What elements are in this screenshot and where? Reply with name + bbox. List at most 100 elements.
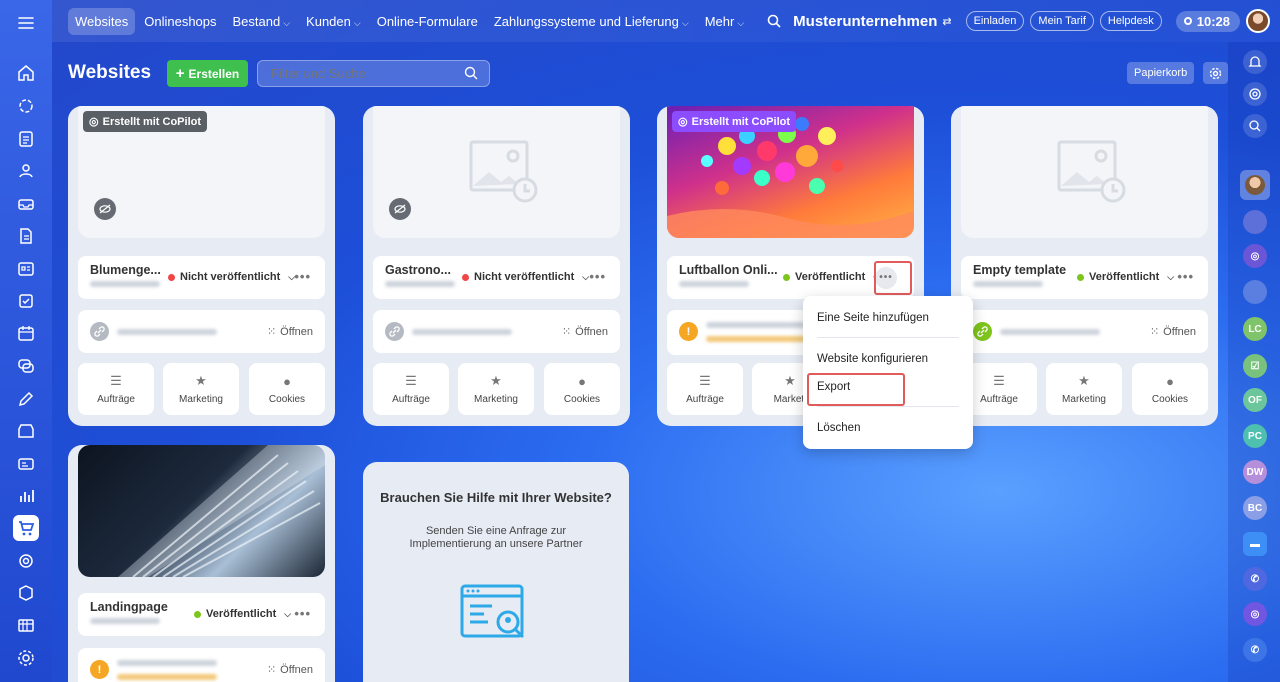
nav-item-onlineshops[interactable]: Onlineshops: [137, 8, 223, 35]
messages-icon[interactable]: ▬: [1243, 532, 1267, 556]
nav-item-kunden[interactable]: Kunden ⌵: [299, 8, 368, 35]
settings-button[interactable]: [1203, 62, 1228, 84]
contact-avatar-3[interactable]: [1243, 280, 1267, 304]
marketing-tile[interactable]: ★ Marketing: [458, 363, 534, 415]
open-button[interactable]: ⁙ Öffnen: [267, 663, 313, 677]
site-name[interactable]: Landingpage: [90, 600, 168, 614]
site-preview[interactable]: [373, 106, 620, 238]
more-button[interactable]: •••: [294, 269, 311, 284]
contact-dw[interactable]: DW: [1243, 460, 1267, 484]
site-preview[interactable]: ◎ Erstellt mit CoPilot: [667, 106, 914, 238]
cookies-tile[interactable]: ● Cookies: [1132, 363, 1208, 415]
nav-item-bestand[interactable]: Bestand ⌵: [226, 8, 298, 35]
site-name[interactable]: Luftballon Onli...: [679, 263, 778, 277]
tariff-button[interactable]: Mein Tarif: [1030, 11, 1094, 31]
copilot-icon[interactable]: [1243, 82, 1267, 106]
link-icon: [973, 322, 992, 341]
more-button[interactable]: •••: [1177, 269, 1194, 284]
calendar-icon[interactable]: [13, 320, 39, 346]
switch-company-icon[interactable]: ⇄: [942, 15, 951, 28]
help-card[interactable]: Brauchen Sie Hilfe mit Ihrer Website? Se…: [363, 462, 629, 682]
inbox-icon[interactable]: [13, 191, 39, 217]
site-name[interactable]: Blumenge...: [90, 263, 161, 277]
nav-item-mehr[interactable]: Mehr ⌵: [698, 8, 751, 35]
orders-tile[interactable]: ☰ Aufträge: [78, 363, 154, 415]
sitemap-icon[interactable]: [13, 613, 39, 639]
create-button[interactable]: + Erstellen: [167, 60, 248, 87]
checkbox-icon[interactable]: [13, 288, 39, 314]
search-chat-icon[interactable]: [1243, 114, 1267, 138]
cookies-tile[interactable]: ● Cookies: [249, 363, 325, 415]
menu-icon[interactable]: [13, 10, 39, 36]
search-icon[interactable]: [767, 14, 781, 28]
contact-pc[interactable]: PC: [1243, 424, 1267, 448]
more-button[interactable]: •••: [589, 269, 606, 284]
contacts-icon[interactable]: [13, 158, 39, 184]
puzzle-icon[interactable]: [13, 93, 39, 119]
marketing-tile[interactable]: ★ Marketing: [1046, 363, 1122, 415]
ai-icon[interactable]: ◎: [1243, 602, 1267, 626]
copilot-chat-icon[interactable]: ◎: [1243, 244, 1267, 268]
store-icon[interactable]: [13, 418, 39, 444]
site-preview[interactable]: ◎ Erstellt mit CoPilot: [78, 106, 325, 238]
phone-icon[interactable]: ✆: [1243, 567, 1267, 591]
site-card-landingpage[interactable]: Landingpage Veröffentlicht ⌵ ••• ! ⁙ Öffne…: [68, 445, 335, 682]
orders-tile[interactable]: ☰ Aufträge: [667, 363, 743, 415]
funnel-icon: ☰: [405, 373, 417, 388]
contact-lc[interactable]: LC: [1243, 317, 1267, 341]
tasks-icon[interactable]: [13, 126, 39, 152]
invite-button[interactable]: Einladen: [965, 11, 1025, 31]
status-dropdown[interactable]: Veröffentlicht⌵: [1077, 271, 1174, 283]
site-preview[interactable]: [78, 445, 325, 577]
menu-item-add-page[interactable]: Eine Seite hinzufügen: [817, 312, 929, 324]
contact-avatar-1[interactable]: [1240, 170, 1270, 200]
nav-item-zahlungssysteme-und-lieferung[interactable]: Zahlungssysteme und Lieferung ⌵: [487, 8, 696, 35]
open-button[interactable]: ⁙ Öffnen: [267, 325, 313, 339]
box-icon[interactable]: [13, 580, 39, 606]
company-name[interactable]: Musterunternehmen: [793, 13, 937, 30]
site-name[interactable]: Gastrono...: [385, 263, 451, 277]
helpdesk-button[interactable]: Helpdesk: [1099, 11, 1162, 31]
analytics-icon[interactable]: [13, 483, 39, 509]
menu-divider: [817, 406, 959, 407]
site-card-blumen[interactable]: ◎ Erstellt mit CoPilot Blumenge... Nicht …: [68, 106, 335, 426]
site-preview[interactable]: [961, 106, 1208, 238]
pen-icon[interactable]: [13, 386, 39, 412]
status-dropdown[interactable]: Veröffentlicht⌵: [783, 271, 880, 283]
contact-bc[interactable]: BC: [1243, 496, 1267, 520]
nav-item-online-formulare[interactable]: Online-Formulare: [370, 8, 485, 35]
contact-of[interactable]: OF: [1243, 388, 1267, 412]
site-card-empty-template[interactable]: Empty template Veröffentlicht ⌵ ••• ⁙ Öffn…: [951, 106, 1218, 426]
status-dropdown[interactable]: Veröffentlicht⌵: [194, 608, 291, 620]
clock[interactable]: 10:28: [1175, 10, 1240, 32]
nav-item-websites[interactable]: Websites: [68, 7, 136, 35]
more-button[interactable]: •••: [294, 606, 311, 621]
trash-button[interactable]: Papierkorb: [1127, 62, 1195, 84]
cookies-tile[interactable]: ● Cookies: [544, 363, 620, 415]
menu-item-delete[interactable]: Löschen: [817, 422, 860, 434]
calendar-board-icon[interactable]: [13, 256, 39, 282]
marketing-tile[interactable]: ★ Marketing: [163, 363, 239, 415]
open-button[interactable]: ⁙ Öffnen: [562, 325, 608, 339]
bell-icon[interactable]: [1243, 50, 1267, 74]
contact-avatar-2[interactable]: [1243, 210, 1267, 234]
search-input[interactable]: [257, 60, 490, 87]
chat-icon[interactable]: [13, 353, 39, 379]
document-icon[interactable]: [13, 223, 39, 249]
id-card-icon[interactable]: [13, 451, 39, 477]
call-icon[interactable]: ✆: [1243, 638, 1267, 662]
user-avatar[interactable]: [1246, 9, 1270, 33]
status-dropdown[interactable]: Nicht veröffentlicht ⌵: [462, 271, 589, 283]
site-name[interactable]: Empty template: [973, 263, 1066, 277]
checklist-icon[interactable]: ☑: [1243, 354, 1267, 378]
site-card-gastro[interactable]: Gastrono... Nicht veröffentlicht ⌵ ••• ⁙ Ö…: [363, 106, 630, 426]
search-input-icon[interactable]: [464, 66, 478, 85]
status-dropdown[interactable]: Nicht veröffentlicht ⌵: [168, 271, 295, 283]
open-button[interactable]: ⁙ Öffnen: [1150, 325, 1196, 339]
menu-item-configure-site[interactable]: Website konfigurieren: [817, 353, 928, 365]
orders-tile[interactable]: ☰ Aufträge: [373, 363, 449, 415]
cart-icon[interactable]: [13, 515, 39, 541]
settings-icon[interactable]: [13, 645, 39, 671]
target-icon[interactable]: [13, 548, 39, 574]
home-icon[interactable]: [13, 60, 39, 86]
